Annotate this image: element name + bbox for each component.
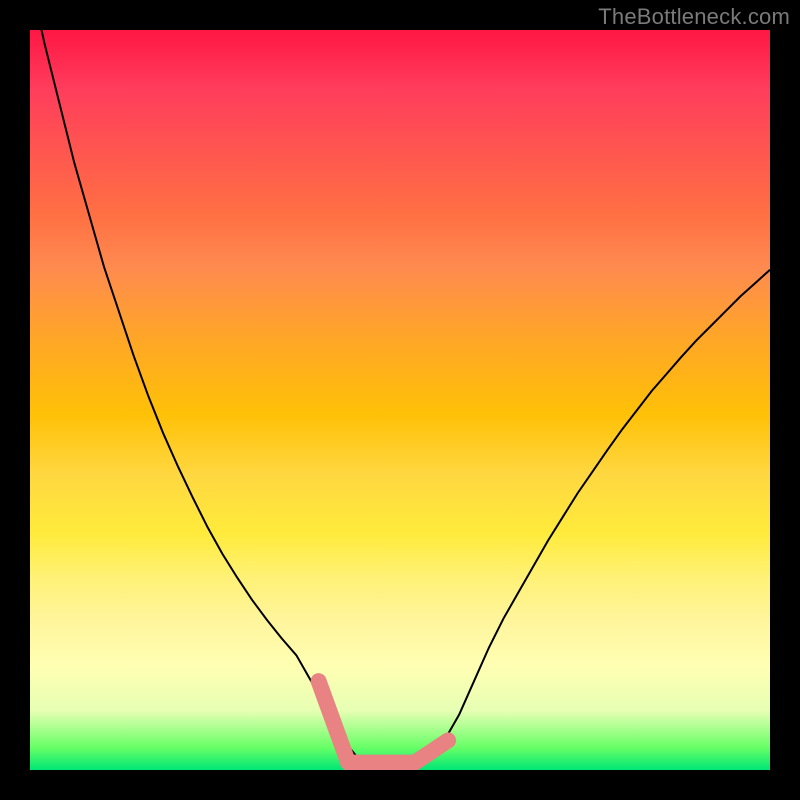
watermark-text: TheBottleneck.com: [598, 4, 790, 30]
bottleneck-curve: [30, 30, 770, 770]
curve-svg: [30, 30, 770, 770]
plot-area: [30, 30, 770, 770]
chart-container: TheBottleneck.com: [0, 0, 800, 800]
optimal-notch-marker: [319, 681, 449, 762]
